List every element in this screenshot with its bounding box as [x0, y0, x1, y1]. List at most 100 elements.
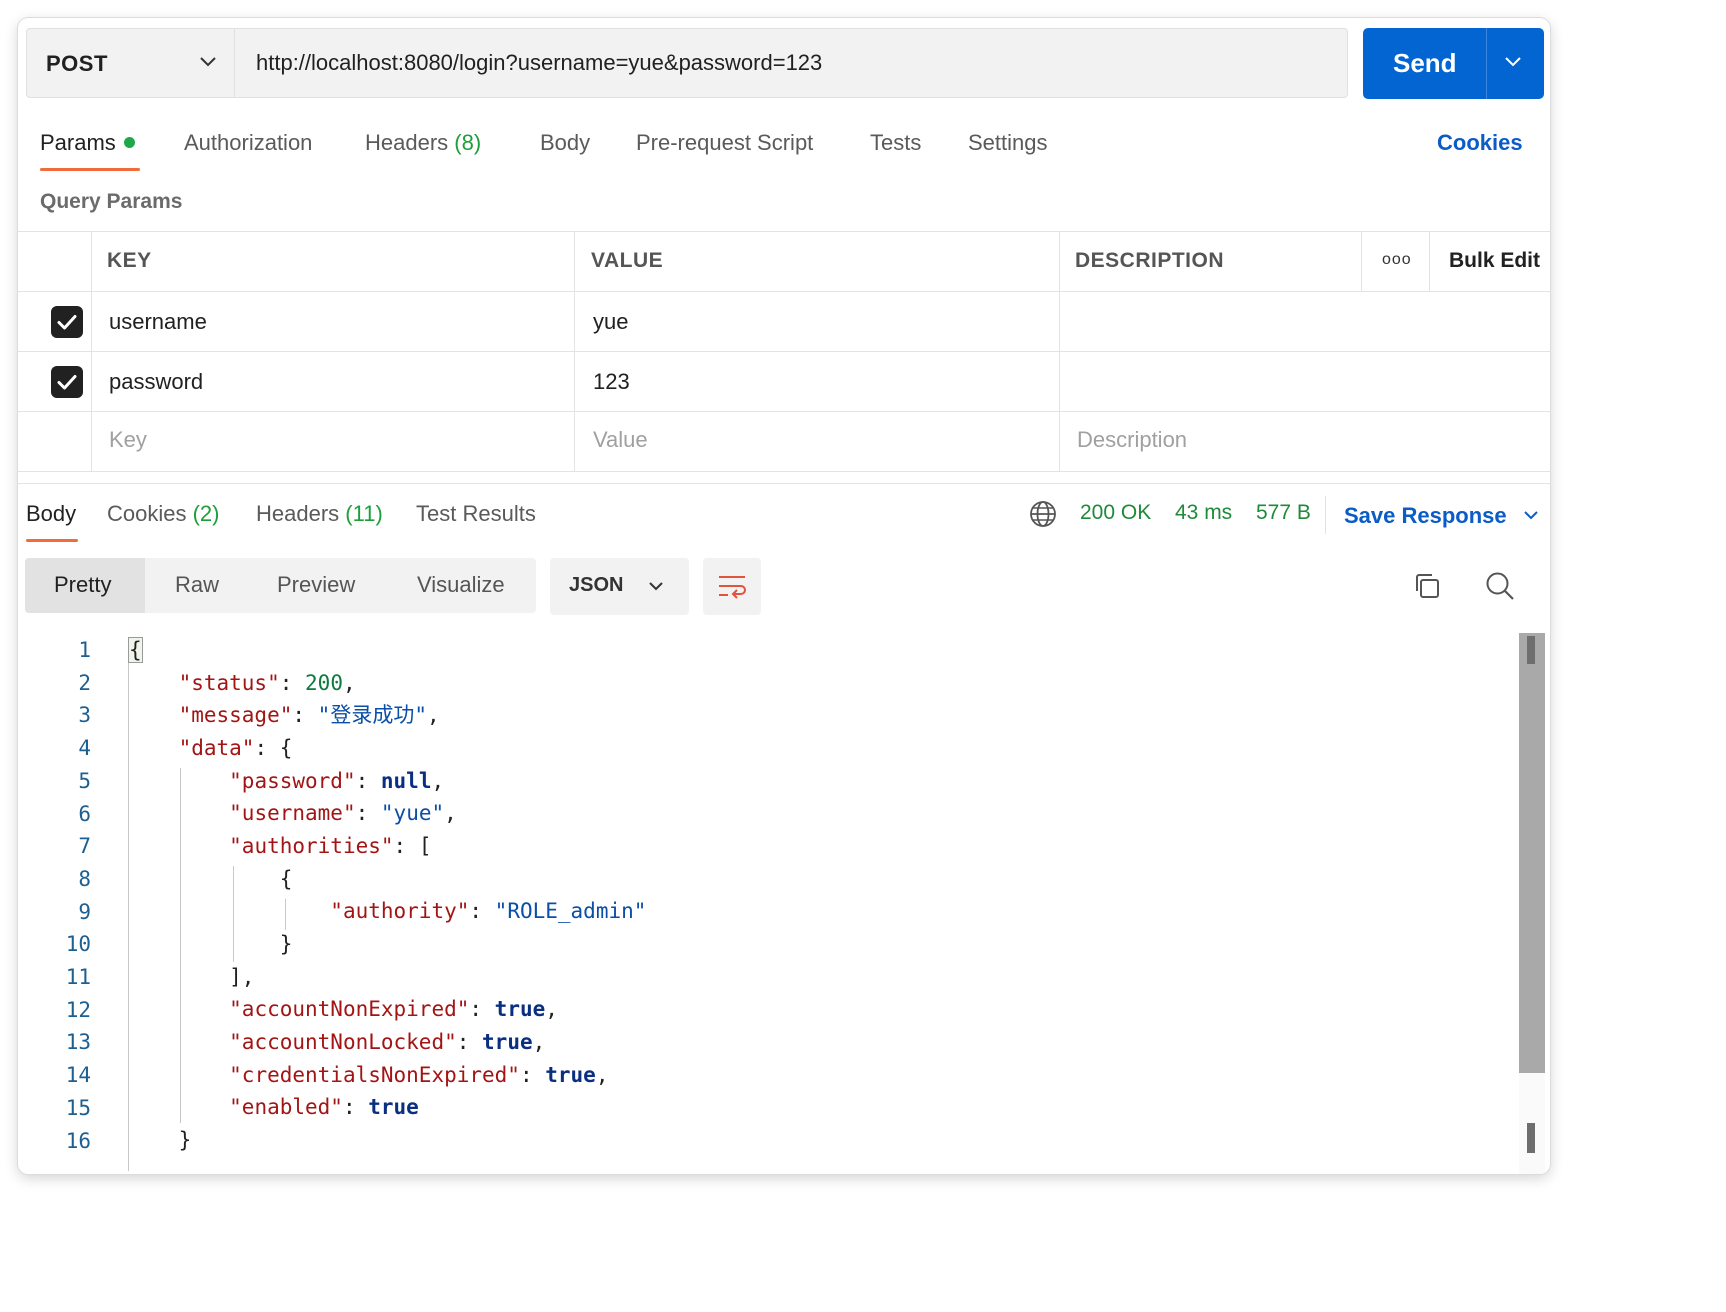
params-active-dot: [123, 137, 135, 148]
table-border-top: [18, 231, 1550, 232]
code-line: "authority": "ROLE_admin": [330, 899, 647, 923]
tab-params[interactable]: Params: [40, 130, 135, 156]
send-button[interactable]: Send: [1363, 28, 1544, 99]
send-divider: [1486, 28, 1487, 99]
code-line: "username": "yue",: [229, 801, 457, 825]
param-key[interactable]: password: [109, 369, 203, 395]
code-line: "enabled": true: [229, 1095, 419, 1119]
new-key-input[interactable]: Key: [109, 427, 147, 453]
wrap-lines-icon: [717, 573, 747, 606]
table-column-divider: [574, 231, 575, 471]
view-mode-pretty[interactable]: Pretty: [54, 572, 111, 598]
line-number: 15: [65, 1095, 91, 1120]
line-number: 8: [78, 866, 91, 891]
editor-scrollbar-thumb[interactable]: [1519, 633, 1545, 1073]
column-description-header: DESCRIPTION: [1075, 249, 1225, 272]
json-enabled-value: true: [368, 1095, 419, 1119]
chevron-down-icon[interactable]: [1504, 55, 1522, 73]
line-number: 3: [78, 703, 91, 728]
scrollbar-marker: [1527, 636, 1535, 664]
search-icon[interactable]: [1484, 570, 1516, 607]
pane-divider[interactable]: [18, 483, 1550, 484]
json-account-non-expired-value: true: [494, 997, 546, 1021]
response-tab-headers[interactable]: Headers (11): [256, 501, 383, 527]
globe-icon[interactable]: [1029, 500, 1057, 533]
response-tab-body[interactable]: Body: [26, 501, 76, 527]
tab-headers[interactable]: Headers (8): [365, 130, 481, 156]
bulk-edit-button[interactable]: Bulk Edit: [1449, 249, 1540, 273]
param-value[interactable]: 123: [593, 369, 630, 395]
line-number: 13: [65, 1030, 91, 1055]
tab-body[interactable]: Body: [540, 130, 590, 156]
response-time[interactable]: 43 ms: [1175, 501, 1232, 525]
view-mode-raw[interactable]: Raw: [175, 572, 219, 598]
table-row-border: [18, 411, 1550, 412]
cookies-link[interactable]: Cookies: [1437, 130, 1523, 156]
view-mode-visualize[interactable]: Visualize: [417, 572, 505, 598]
code-line: "data": {: [178, 736, 293, 760]
table-row-border: [18, 351, 1550, 352]
view-mode-segmented: Pretty Raw Preview Visualize: [25, 558, 536, 613]
active-response-tab-underline: [26, 539, 78, 542]
line-number: 7: [78, 834, 91, 859]
line-number: 11: [65, 965, 91, 990]
checkbox-checked-icon[interactable]: [51, 306, 83, 338]
json-credentials-non-expired-value: true: [545, 1063, 596, 1087]
line-number: 1: [78, 638, 91, 662]
checkbox-checked-icon[interactable]: [51, 366, 83, 398]
code-line: "password": null,: [229, 769, 445, 793]
code-line: }: [128, 1128, 192, 1152]
send-label: Send: [1393, 48, 1457, 78]
wrap-lines-button[interactable]: [703, 558, 761, 615]
response-body-editor[interactable]: 1 2 3 4 5 6 7 8 9 10 11 12 13 14 15 16 { "status": 200,…: [18, 633, 1550, 1174]
new-description-input[interactable]: Description: [1077, 427, 1187, 453]
query-params-table: KEY VALUE DESCRIPTION ooo Bulk Edit user…: [18, 231, 1550, 472]
copy-icon[interactable]: [1412, 571, 1442, 606]
tab-params-label: Params: [40, 130, 116, 155]
code-line: "message": "登录成功",: [178, 703, 440, 727]
view-mode-preview[interactable]: Preview: [277, 572, 355, 598]
save-response-button[interactable]: Save Response: [1344, 501, 1539, 529]
method-select[interactable]: POST: [27, 29, 235, 97]
json-authority-value: ROLE_admin: [507, 899, 634, 923]
tab-authorization[interactable]: Authorization: [184, 130, 312, 156]
chevron-down-icon: [199, 55, 217, 73]
code-line: "accountNonLocked": true,: [229, 1030, 546, 1054]
param-key[interactable]: username: [109, 309, 207, 335]
response-headers-count: (11): [345, 501, 383, 526]
line-number-gutter: 1 2 3 4 5 6 7 8 9 10 11 12 13 14 15 16: [18, 634, 91, 1157]
table-header-border: [18, 291, 1550, 292]
table-column-divider: [1059, 231, 1060, 471]
scrollbar-marker: [1527, 1123, 1535, 1153]
tab-pre-request-script[interactable]: Pre-request Script: [636, 130, 813, 156]
more-icon[interactable]: ooo: [1382, 251, 1412, 269]
column-key-header: KEY: [107, 249, 152, 272]
response-tab-headers-label: Headers: [256, 501, 340, 526]
active-tab-underline: [40, 168, 140, 171]
table-column-divider: [1429, 231, 1430, 291]
format-select[interactable]: JSON: [550, 558, 689, 615]
response-tab-test-results[interactable]: Test Results: [416, 501, 536, 527]
format-label: JSON: [569, 574, 624, 596]
method-label: POST: [46, 51, 108, 76]
url-input[interactable]: http://localhost:8080/login?username=yue…: [256, 50, 822, 76]
tab-settings[interactable]: Settings: [968, 130, 1048, 156]
chevron-down-icon: [648, 579, 664, 597]
code-line: }: [128, 932, 293, 956]
code-line: "credentialsNonExpired": true,: [229, 1063, 609, 1087]
response-status[interactable]: 200 OK: [1080, 501, 1151, 525]
code-line: {: [128, 637, 143, 663]
column-value-header: VALUE: [591, 249, 664, 272]
param-value[interactable]: yue: [593, 309, 628, 335]
tab-tests[interactable]: Tests: [870, 130, 921, 156]
json-password-value: null: [380, 769, 432, 793]
response-tab-cookies[interactable]: Cookies (2): [107, 501, 220, 527]
json-account-non-locked-value: true: [482, 1030, 533, 1054]
save-response-label: Save Response: [1344, 503, 1507, 528]
response-tab-cookies-label: Cookies: [107, 501, 187, 526]
headers-count: (8): [454, 130, 482, 155]
table-border-bottom: [18, 471, 1550, 472]
new-value-input[interactable]: Value: [593, 427, 648, 453]
response-size[interactable]: 577 B: [1256, 501, 1311, 525]
line-number: 10: [65, 932, 91, 957]
